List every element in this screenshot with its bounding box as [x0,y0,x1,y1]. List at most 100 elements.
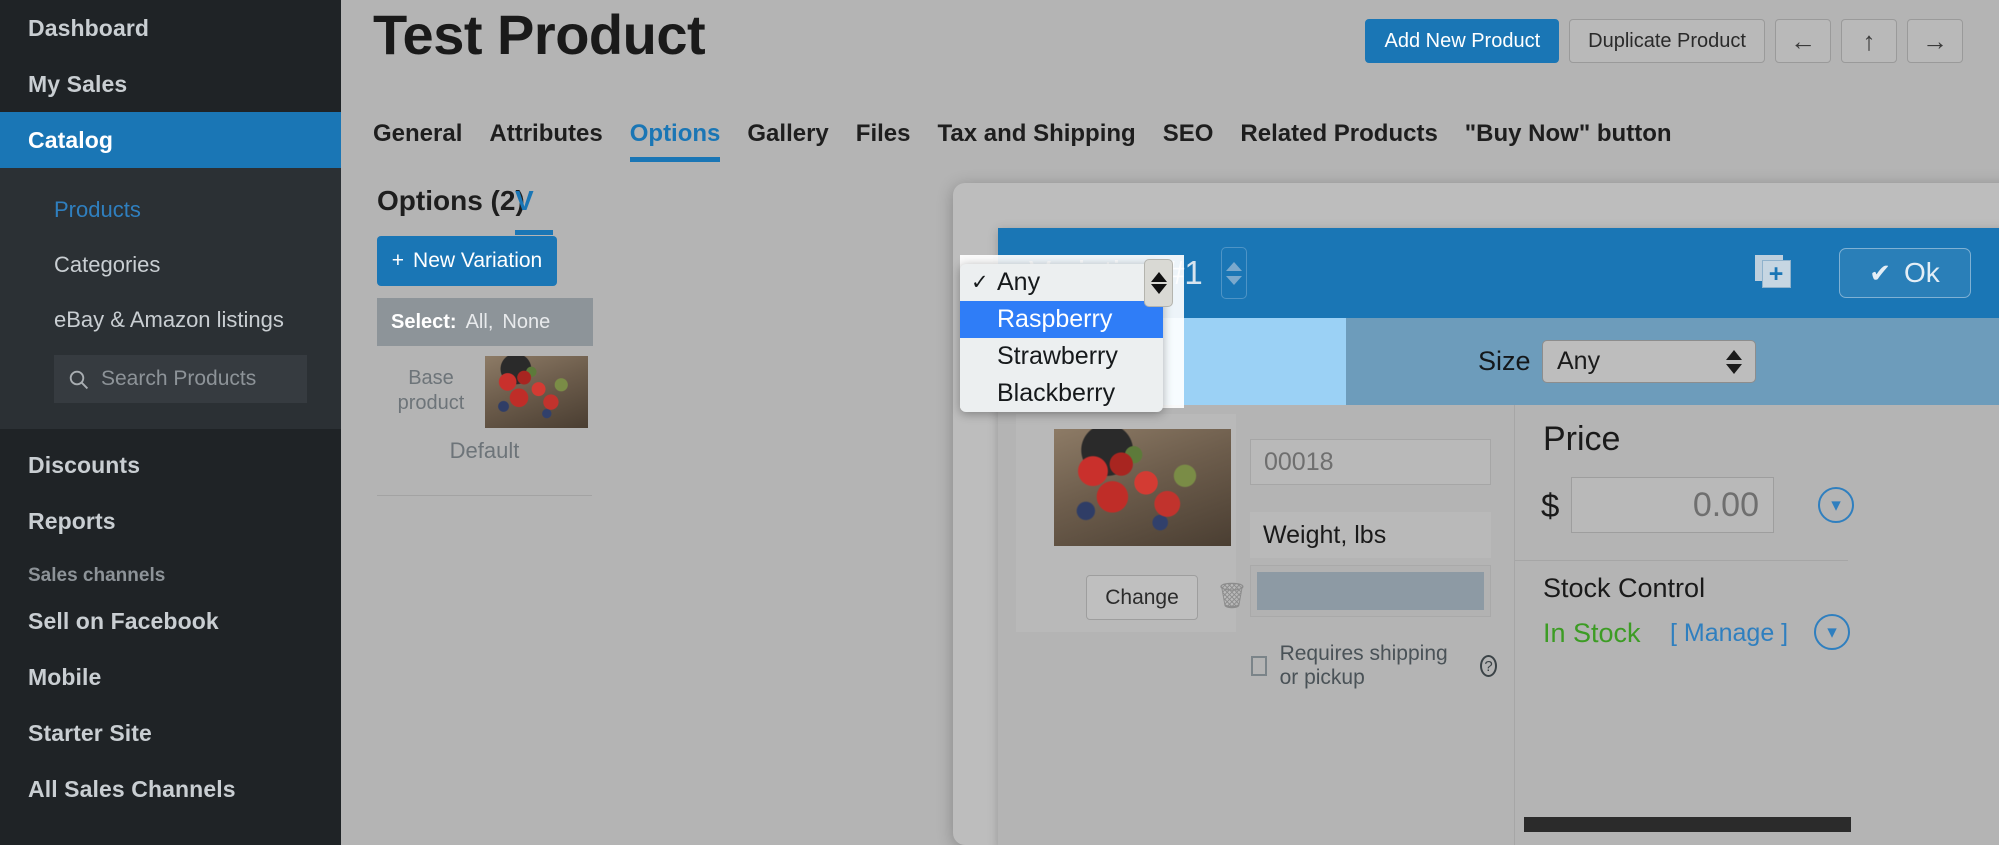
sidebar-item-label: Discounts [28,451,141,478]
sidebar-item-discounts[interactable]: Discounts [0,437,341,493]
ok-button[interactable]: ✔ Ok [1838,248,1971,298]
options-panel-title: Options (2) [377,185,525,216]
select-none-link[interactable]: None [502,311,550,334]
tab-buy-now-button[interactable]: "Buy Now" button [1465,120,1672,162]
price-label: Price [1543,420,1621,458]
caret-down-icon[interactable] [1225,275,1242,285]
size-select-value: Any [1557,347,1601,375]
sidebar-item-dashboard[interactable]: Dashboard [0,0,341,56]
search-icon [69,370,89,389]
sidebar-item-label: Mobile [28,663,102,690]
size-select-arrows [1726,349,1742,374]
requires-shipping-label: Requires shipping or pickup [1279,642,1448,689]
sidebar-item-label: All Sales Channels [28,775,236,802]
berries-select-arrows[interactable] [1144,259,1173,307]
caret-up-icon [1150,272,1167,282]
price-stock-divider [1515,560,1848,561]
nav-up-button[interactable]: ↑ [1841,19,1897,63]
dialog-body: Change 🗑 00018 Weight, lbs Requires ship… [998,405,1999,845]
nav-back-button[interactable]: ← [1775,19,1831,63]
help-icon[interactable]: ? [1479,655,1497,677]
currency-symbol: $ [1541,487,1560,524]
default-row-label: Default [449,438,520,463]
tab-files[interactable]: Files [856,120,911,162]
base-product-label: Base product [397,367,465,414]
sidebar-item-starter-site[interactable]: Starter Site [0,705,341,761]
product-thumbnail[interactable] [485,356,588,428]
new-variation-button[interactable]: + New Variation [377,236,557,286]
plus-icon: + [391,249,405,272]
sidebar-item-label: Dashboard [28,14,150,41]
size-label: Size [1478,346,1531,376]
sidebar-item-my-sales[interactable]: My Sales [0,56,341,112]
requires-shipping-row[interactable]: Requires shipping or pickup ? [1251,642,1497,690]
sidebar-item-mobile[interactable]: Mobile [0,649,341,705]
sidebar-item-all-sales-channels[interactable]: All Sales Channels [0,761,341,817]
search-input[interactable]: Search Products [54,355,307,403]
sidebar-subitem-products[interactable]: Products [0,182,341,237]
ok-label: Ok [1904,257,1940,288]
variation-image-card: Change 🗑 [1016,414,1248,632]
tab-related-products[interactable]: Related Products [1240,120,1437,162]
tab-bar: General Attributes Options Gallery Files… [373,120,1672,162]
sidebar-subitem-ebay-amazon[interactable]: eBay & Amazon listings [0,292,341,347]
weight-input[interactable] [1250,565,1491,617]
duplicate-product-button[interactable]: Duplicate Product [1569,19,1765,63]
chevron-down-icon[interactable]: ▾ [1818,487,1854,523]
size-select[interactable]: Any [1542,340,1756,383]
caret-up-icon[interactable] [1225,261,1242,271]
duplicate-icon[interactable]: + [1754,255,1795,291]
trash-icon[interactable]: 🗑 [1216,582,1248,611]
variation-image[interactable] [1054,429,1231,546]
weight-label: Weight, lbs [1250,512,1491,558]
caret-down-icon [1150,284,1167,294]
app-root: Dashboard My Sales Catalog Products Cate… [0,0,1999,845]
page-title: Test Product [373,3,706,66]
variation-stepper[interactable] [1220,247,1247,299]
dialog-footer-bar [1524,817,1851,832]
stock-status-badge: In Stock [1543,618,1641,648]
tab-tax-and-shipping[interactable]: Tax and Shipping [937,120,1135,162]
sidebar-item-label: My Sales [28,70,128,97]
dropdown-option-label: Any [997,268,1041,296]
sidebar-item-sell-on-facebook[interactable]: Sell on Facebook [0,593,341,649]
dropdown-option-any[interactable]: ✓ Any [960,264,1163,301]
tab-attributes[interactable]: Attributes [489,120,602,162]
caret-up-icon [1726,349,1742,360]
sidebar-item-catalog[interactable]: Catalog [0,112,341,168]
sidebar-item-label: Starter Site [28,719,152,746]
check-icon: ✓ [971,271,989,294]
tab-general[interactable]: General [373,120,462,162]
sidebar-subitem-categories[interactable]: Categories [0,237,341,292]
sidebar: Dashboard My Sales Catalog Products Cate… [0,0,341,845]
change-image-button[interactable]: Change [1086,575,1198,620]
sidebar-subitem-label: eBay & Amazon listings [54,306,284,332]
dialog-title-actions: + ✔ Ok ✖ [1754,228,1999,318]
tab-options[interactable]: Options [629,120,720,162]
duplicate-icon-front: + [1761,260,1791,288]
tab-gallery[interactable]: Gallery [747,120,828,162]
row-divider [377,495,592,496]
sidebar-item-reports[interactable]: Reports [0,493,341,549]
chevron-down-icon[interactable]: ▾ [1814,614,1850,650]
dropdown-option-raspberry[interactable]: Raspberry [960,301,1163,338]
nav-forward-button[interactable]: → [1907,19,1963,63]
header-actions: Add New Product Duplicate Product ← ↑ → [1365,19,1963,63]
search-placeholder: Search Products [101,367,257,390]
add-new-product-button[interactable]: Add New Product [1365,19,1560,63]
sidebar-item-label: Sell on Facebook [28,607,219,634]
check-icon: ✔ [1869,257,1891,288]
dropdown-option-strawberry[interactable]: Strawberry [960,338,1163,375]
requires-shipping-checkbox[interactable] [1251,656,1267,676]
select-all-link[interactable]: All, [466,311,494,334]
tab-seo[interactable]: SEO [1163,120,1214,162]
dropdown-option-blackberry[interactable]: Blackberry [960,375,1163,412]
stock-manage-link[interactable]: [ Manage ] [1670,619,1788,648]
variations-subtab[interactable]: V [515,185,553,235]
search-products-wrap: Search Products [0,347,341,403]
sku-field[interactable]: 00018 [1250,439,1491,485]
sidebar-item-label: Reports [28,507,116,534]
price-input[interactable]: 0.00 [1571,477,1774,533]
berries-dropdown-menu[interactable]: ✓ Any Raspberry Strawberry Blackberry [960,264,1163,412]
